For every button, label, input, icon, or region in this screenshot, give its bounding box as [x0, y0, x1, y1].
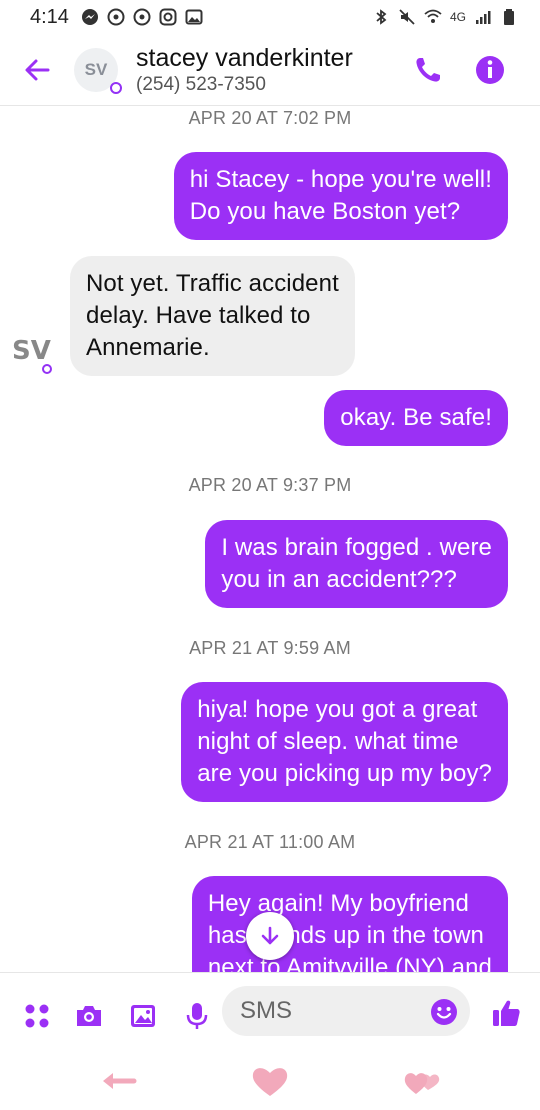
system-navigation-bar [0, 1054, 540, 1110]
info-icon [476, 56, 504, 84]
message-line: Hey again! My boyfriend [207, 890, 469, 917]
message-line: hi Stacey - hope you're well! [189, 166, 492, 193]
call-button[interactable] [410, 52, 446, 88]
timestamp: APR 20 AT 9:37 PM [188, 475, 352, 495]
sms-status-dot [110, 81, 122, 94]
microphone-icon[interactable] [182, 1001, 212, 1031]
system-icons: 4G [372, 8, 518, 26]
message-line: you in an accident??? [221, 566, 457, 593]
message-line: Not yet. Traffic accident [86, 270, 339, 297]
message-line: are you picking up my boy? [197, 760, 492, 787]
message-line: okay. Be safe! [340, 404, 492, 431]
contact-phone: (254) 523-7350 [136, 73, 266, 95]
outgoing-message[interactable]: hi Stacey - hope you're well! Do you hav… [173, 152, 508, 240]
nav-back-icon[interactable] [98, 1064, 138, 1098]
message-line: night of sleep. what time [197, 728, 459, 755]
contact-name: stacey vanderkinter [136, 43, 353, 72]
notification-icons [81, 8, 203, 26]
phone-icon [416, 58, 440, 82]
incoming-avatar-dot [42, 364, 52, 374]
message-line: next to Amityville (NY) and [207, 954, 492, 972]
network-type-label: 4G [449, 10, 466, 24]
battery-icon [504, 9, 514, 25]
app-notification-icon-2 [133, 8, 151, 26]
outgoing-message[interactable]: I was brain fogged . were you in an acci… [205, 520, 508, 608]
gallery-icon[interactable] [128, 1001, 158, 1031]
nav-home-icon[interactable] [250, 1064, 290, 1098]
timestamp: APR 21 AT 11:00 AM [184, 832, 356, 852]
gallery-notification-icon [185, 9, 203, 25]
info-button[interactable] [472, 52, 508, 88]
wifi-icon [424, 9, 442, 23]
camera-icon[interactable] [74, 1001, 104, 1031]
incoming-message[interactable]: Not yet. Traffic accident delay. Have ta… [70, 256, 355, 376]
outgoing-message[interactable]: Hey again! My boyfriend has friends up i… [191, 876, 508, 972]
message-line: delay. Have talked to [86, 302, 311, 329]
outgoing-message[interactable]: hiya! hope you got a great night of slee… [181, 682, 508, 802]
emoji-icon[interactable] [430, 998, 458, 1026]
instagram-notification-icon [159, 8, 177, 26]
conversation-header: SV stacey vanderkinter (254) 523-7350 [0, 34, 540, 106]
contact-info[interactable]: stacey vanderkinter (254) 523-7350 [136, 43, 353, 97]
message-line: hiya! hope you got a great [197, 696, 478, 723]
apps-icon[interactable] [22, 1001, 52, 1031]
message-line: Annemarie. [86, 334, 210, 361]
contact-avatar[interactable]: SV [74, 47, 122, 94]
message-line: Do you have Boston yet? [189, 198, 461, 225]
timestamp: APR 20 AT 7:02 PM [188, 108, 352, 128]
thumbs-up-icon[interactable] [490, 997, 522, 1029]
timestamp: APR 21 AT 9:59 AM [189, 638, 351, 658]
back-button[interactable] [20, 53, 54, 87]
arrow-down-icon [261, 926, 279, 945]
messenger-notification-icon [81, 9, 98, 25]
mute-icon [399, 9, 415, 25]
app-notification-icon [107, 8, 125, 26]
nav-recents-icon[interactable] [402, 1064, 442, 1098]
message-line: I was brain fogged . were [221, 534, 492, 561]
signal-icon [476, 11, 491, 24]
status-time: 4:14 [30, 5, 69, 28]
outgoing-message[interactable]: okay. Be safe! [324, 390, 508, 446]
scroll-to-bottom-button[interactable] [246, 912, 294, 960]
status-bar: 4:14 4G [0, 0, 540, 34]
bluetooth-icon [376, 9, 387, 25]
back-arrow-icon [25, 59, 50, 80]
message-list[interactable]: APR 20 AT 7:02 PM hi Stacey - hope you'r… [0, 106, 540, 972]
message-composer [0, 972, 540, 1054]
